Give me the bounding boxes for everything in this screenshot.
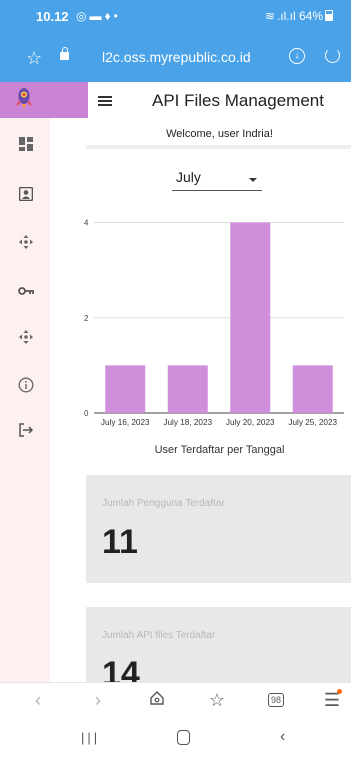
logo-cell[interactable] xyxy=(0,82,88,118)
recents-icon[interactable]: ||| xyxy=(81,730,100,745)
battery-icon xyxy=(325,10,333,21)
system-home-icon[interactable] xyxy=(177,730,190,745)
bookmarks-icon[interactable]: ☆ xyxy=(205,688,229,712)
tabs-count: 98 xyxy=(267,693,284,707)
stat-card-api-files: Jumlah API files Terdaftar 14 xyxy=(86,607,351,693)
key-icon[interactable] xyxy=(16,282,36,302)
x-tick-label: July 18, 2023 xyxy=(163,418,212,427)
rocket-icon xyxy=(16,88,32,109)
notification-icon: ♦ xyxy=(104,9,114,23)
star-icon[interactable]: ☆ xyxy=(26,48,42,69)
stat-card-value: 11 xyxy=(102,523,138,561)
move-icon-2[interactable] xyxy=(16,329,36,349)
month-select[interactable]: July xyxy=(172,169,262,191)
tabs-icon[interactable]: 98 xyxy=(264,688,288,712)
x-tick-label: July 20, 2023 xyxy=(226,418,275,427)
menu-notification-dot xyxy=(337,689,342,694)
y-tick-label: 4 xyxy=(84,219,89,228)
whatsapp-icon: ◎ xyxy=(76,9,90,23)
bar xyxy=(167,365,208,413)
welcome-message: Welcome, user Indria! xyxy=(166,128,273,140)
bar xyxy=(292,365,333,413)
dashboard-icon[interactable] xyxy=(16,137,36,157)
bar xyxy=(105,365,146,413)
stat-card-label: Jumlah Pengguna Terdaftar xyxy=(102,498,225,509)
status-right: ≋ .ıl.ıl 64% xyxy=(265,9,333,23)
signal-icon: .ıl.ıl xyxy=(276,9,296,23)
app-header: API Files Management xyxy=(88,82,351,118)
screen: 10.12 ◎▬♦• ≋ .ıl.ıl 64% ☆ l2c.oss.myrepub… xyxy=(0,0,351,760)
status-bar: 10.12 ◎▬♦• ≋ .ıl.ıl 64% xyxy=(0,0,351,36)
y-tick-label: 0 xyxy=(84,409,89,418)
chevron-down-icon xyxy=(249,178,257,182)
page-title: API Files Management xyxy=(152,91,324,110)
battery-text: 64% xyxy=(298,9,323,23)
browser-url-bar: ☆ l2c.oss.myrepublic.co.id ↓ xyxy=(0,36,351,82)
logout-icon[interactable] xyxy=(16,422,36,442)
user-card-icon[interactable] xyxy=(16,186,36,207)
reload-icon[interactable] xyxy=(325,48,340,63)
back-icon[interactable]: ‹ xyxy=(26,688,50,712)
info-icon[interactable] xyxy=(16,377,36,397)
home-icon[interactable] xyxy=(145,688,169,712)
system-back-icon[interactable]: ‹ xyxy=(280,728,285,746)
message-icon: ▬ xyxy=(89,9,105,23)
bar xyxy=(230,222,271,413)
wifi-icon: ≋ xyxy=(264,9,275,23)
system-nav-bar: ||| ‹ xyxy=(0,718,351,760)
x-tick-label: July 25, 2023 xyxy=(288,418,337,427)
hamburger-menu-icon[interactable] xyxy=(98,96,112,106)
stat-card-users: Jumlah Pengguna Terdaftar 11 xyxy=(86,475,351,583)
sidebar xyxy=(0,82,88,682)
browser-bottom-bar: ‹ › ☆ 98 ☰ xyxy=(0,682,351,718)
download-icon[interactable]: ↓ xyxy=(289,48,305,64)
y-tick-label: 2 xyxy=(84,314,89,323)
month-select-value: July xyxy=(176,169,201,185)
stat-card-label: Jumlah API files Terdaftar xyxy=(102,630,216,641)
notification-icons: ◎▬♦• xyxy=(76,9,121,23)
x-tick-label: July 16, 2023 xyxy=(101,418,150,427)
divider xyxy=(86,145,351,149)
chart-title: User Terdaftar per Tanggal xyxy=(154,444,285,456)
forward-icon[interactable]: › xyxy=(86,688,110,712)
url-text[interactable]: l2c.oss.myrepublic.co.id xyxy=(102,49,251,65)
lock-icon[interactable] xyxy=(60,47,69,60)
move-icon[interactable] xyxy=(16,234,36,254)
status-time: 10.12 xyxy=(36,9,69,24)
bar-chart: 0 2 4 July 16, 2023 July 18, 2023 July 20, 20… xyxy=(84,219,344,427)
